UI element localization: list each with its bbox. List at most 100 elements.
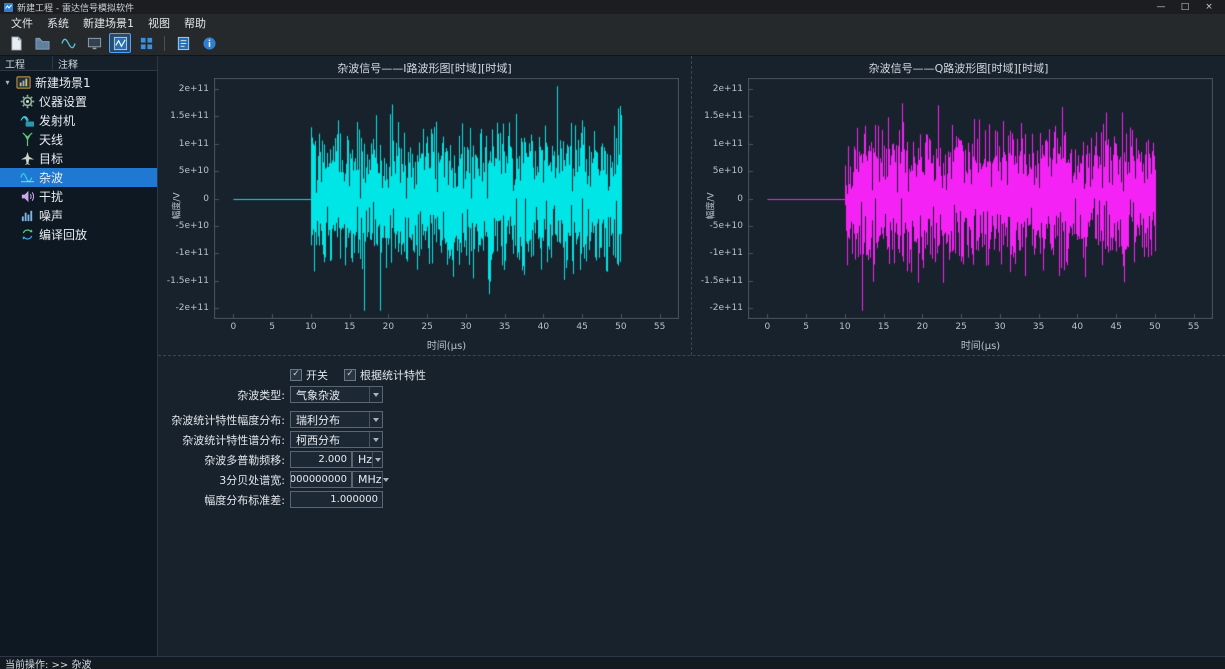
selected-value: 柯西分布: [296, 432, 340, 448]
check-icon: ✓: [346, 370, 354, 379]
tree-item-target[interactable]: 目标: [0, 149, 157, 168]
clutter-type-label: 杂波类型:: [160, 387, 285, 403]
x-tick-label: 30: [460, 322, 471, 332]
tree-item-antenna[interactable]: 天线: [0, 130, 157, 149]
interference-icon: [20, 189, 35, 204]
tree-item-label: 干扰: [39, 188, 63, 205]
amplitude-distribution-row: 杂波统计特性幅度分布: 瑞利分布: [160, 411, 1225, 428]
doppler-shift-unit-select[interactable]: Hz: [352, 451, 383, 468]
menu-file[interactable]: 文件: [4, 14, 40, 32]
selected-value: Hz: [358, 453, 372, 466]
x-tick-label: 40: [1072, 322, 1083, 332]
x-tick-label: 55: [654, 322, 665, 332]
close-button[interactable]: ×: [1197, 0, 1221, 14]
amplitude-distribution-label: 杂波统计特性幅度分布:: [160, 412, 285, 428]
x-tick-label: 20: [917, 322, 928, 332]
titlebar: 新建工程 - 雷达信号模拟软件 — □ ×: [0, 0, 1225, 14]
amplitude-distribution-select[interactable]: 瑞利分布: [290, 411, 383, 428]
y-tick-label: 1e+11: [179, 139, 209, 149]
i-waveform-chart: 杂波信号——I路波形图[时域][时域] 幅度/V 051015202530354…: [158, 56, 691, 355]
x-tick-label: 5: [803, 322, 809, 332]
switch-checkbox[interactable]: ✓: [290, 369, 302, 381]
waveform-view-button[interactable]: [57, 33, 79, 53]
chart-view-button[interactable]: [109, 33, 131, 53]
tree-item-clutter[interactable]: 杂波: [0, 168, 157, 187]
switches-row: ✓ 开关 ✓ 根据统计特性: [160, 366, 1225, 383]
tree-item-interference[interactable]: 干扰: [0, 187, 157, 206]
tree-header: 工程 注释: [0, 56, 157, 71]
about-info-button[interactable]: [198, 33, 220, 53]
x-axis-label: 时间(μs): [748, 337, 1213, 352]
y-tick-label: -2e+11: [175, 303, 209, 313]
statusbar: 当前操作: >> 杂波: [0, 656, 1225, 669]
tree-item-label: 噪声: [39, 207, 63, 224]
clutter-settings-form: ✓ 开关 ✓ 根据统计特性 杂波类型: 气象杂波 杂波统计特性幅度分布: 瑞利分…: [158, 356, 1225, 511]
tree-item-label: 仪器设置: [39, 93, 87, 110]
maximize-button[interactable]: □: [1173, 0, 1197, 14]
report-button[interactable]: [172, 33, 194, 53]
tree-item-label: 发射机: [39, 112, 75, 129]
tree-item-scene-root[interactable]: ▾ 新建场景1: [0, 73, 157, 92]
scene-window-button[interactable]: [83, 33, 105, 53]
tree-item-playback[interactable]: 编译回放: [0, 225, 157, 244]
tree-header-note: 注释: [53, 56, 78, 71]
y-tick-label: 5e+10: [713, 166, 743, 176]
doppler-shift-input[interactable]: 2.000: [290, 451, 352, 468]
menu-system[interactable]: 系统: [40, 14, 76, 32]
tree-item-label: 编译回放: [39, 226, 87, 243]
menu-scene[interactable]: 新建场景1: [76, 14, 141, 32]
menu-help[interactable]: 帮助: [177, 14, 213, 32]
clutter-icon: [20, 170, 35, 185]
x-tick-label: 50: [1149, 322, 1160, 332]
menu-view[interactable]: 视图: [141, 14, 177, 32]
x-tick-label: 45: [1110, 322, 1121, 332]
x-tick-label: 35: [499, 322, 510, 332]
window-title: 新建工程 - 雷达信号模拟软件: [17, 1, 134, 14]
project-tree: ▾ 新建场景1 仪器设置 发射机: [0, 71, 157, 656]
menubar: 文件 系统 新建场景1 视图 帮助: [0, 14, 1225, 31]
selected-value: MHz: [358, 473, 382, 486]
q-waveform-plot: 05101520253035404550552e+111.5e+111e+115…: [748, 78, 1213, 319]
stat-characteristic-checkbox[interactable]: ✓: [344, 369, 356, 381]
tile-view-button[interactable]: [135, 33, 157, 53]
tree-item-instrument-settings[interactable]: 仪器设置: [0, 92, 157, 111]
chevron-down-icon: [382, 472, 389, 487]
chart-title: 杂波信号——I路波形图[时域][时域]: [158, 60, 691, 76]
y-tick-label: 0: [737, 194, 743, 204]
std-deviation-label: 幅度分布标准差:: [160, 492, 285, 508]
expander-icon[interactable]: ▾: [3, 78, 12, 87]
spectrum-width-unit-select[interactable]: MHz: [352, 471, 383, 488]
spectrum-distribution-select[interactable]: 柯西分布: [290, 431, 383, 448]
spectrum-width-input[interactable]: 15.000000000: [290, 471, 352, 488]
x-tick-label: 45: [576, 322, 587, 332]
scene-icon: [16, 75, 31, 90]
antenna-icon: [20, 132, 35, 147]
y-tick-label: 1.5e+11: [704, 111, 743, 121]
chart-title: 杂波信号——Q路波形图[时域][时域]: [692, 60, 1225, 76]
open-project-button[interactable]: [31, 33, 53, 53]
x-tick-label: 40: [538, 322, 549, 332]
clutter-type-row: 杂波类型: 气象杂波: [160, 386, 1225, 403]
selected-value: 气象杂波: [296, 387, 340, 403]
gear-icon: [20, 94, 35, 109]
noise-icon: [20, 208, 35, 223]
y-tick-label: -1e+11: [709, 248, 743, 258]
tree-item-label: 新建场景1: [35, 74, 91, 91]
switch-label: 开关: [306, 367, 328, 383]
tree-item-noise[interactable]: 噪声: [0, 206, 157, 225]
tree-header-project: 工程: [0, 56, 53, 70]
minimize-button[interactable]: —: [1149, 0, 1173, 14]
toolbar-separator: [164, 36, 165, 51]
y-tick-label: -5e+10: [175, 221, 209, 231]
clutter-type-select[interactable]: 气象杂波: [290, 386, 383, 403]
new-project-button[interactable]: [5, 33, 27, 53]
x-axis-label: 时间(μs): [214, 337, 679, 352]
toolbar: [0, 31, 1225, 56]
tree-item-transmitter[interactable]: 发射机: [0, 111, 157, 130]
plot-canvas: [748, 78, 1213, 319]
y-tick-label: -2e+11: [709, 303, 743, 313]
y-tick-label: 2e+11: [179, 84, 209, 94]
main-area: 杂波信号——I路波形图[时域][时域] 幅度/V 051015202530354…: [158, 56, 1225, 656]
chevron-down-icon: [372, 452, 382, 467]
std-deviation-input[interactable]: 1.000000: [290, 491, 383, 508]
